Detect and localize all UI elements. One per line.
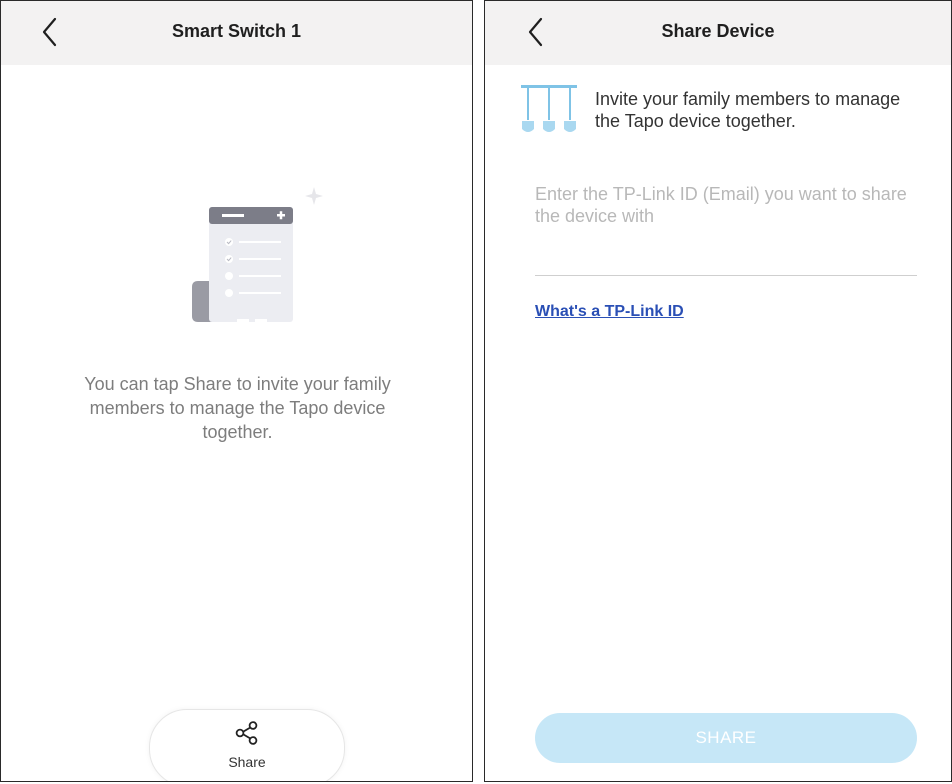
share-button[interactable]: Share <box>149 709 345 781</box>
document-list-illustration <box>192 187 323 322</box>
whats-tp-link-id-link[interactable]: What's a TP-Link ID <box>535 303 684 321</box>
share-icon <box>235 721 258 745</box>
empty-state-message: You can tap Share to invite your family … <box>84 374 391 442</box>
share-button-label: Share <box>228 754 266 770</box>
share-device-screen: Share Device Invite your family members … <box>484 0 952 782</box>
share-submit-button[interactable]: SHARE <box>535 713 917 763</box>
device-detail-screen: Smart Switch 1 You can tap Share to invi… <box>0 0 473 782</box>
page-title: Smart Switch 1 <box>171 21 302 41</box>
navigation-bar: Share Device <box>485 1 951 65</box>
lamps-icon <box>521 85 577 132</box>
invite-description: Invite your family members to manage the… <box>595 89 901 131</box>
tp-link-id-input[interactable] <box>535 183 917 276</box>
navigation-bar: Smart Switch 1 <box>1 1 472 65</box>
page-title: Share Device <box>661 21 775 41</box>
